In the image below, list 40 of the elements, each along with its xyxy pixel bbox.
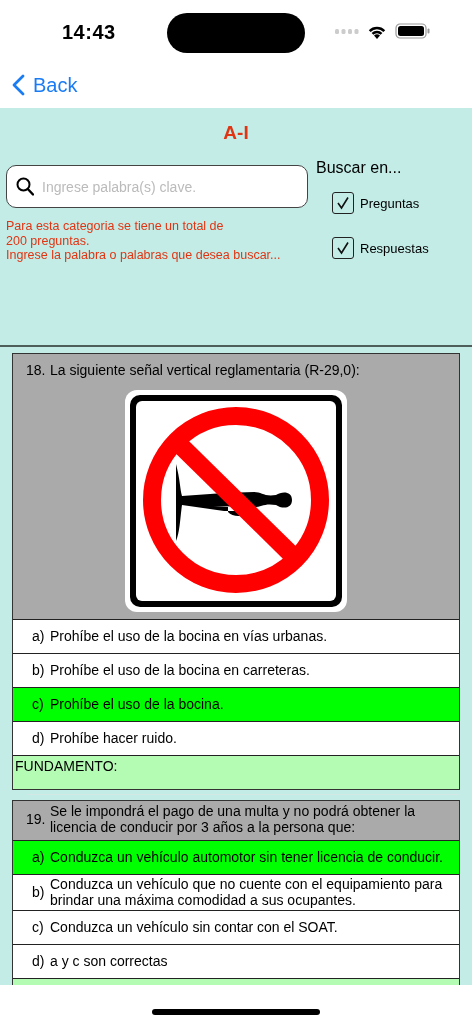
battery-icon bbox=[395, 23, 430, 39]
answer-text: Conduzca un vehículo sin contar con el SOAT. bbox=[50, 919, 338, 936]
answer-letter: a) bbox=[32, 849, 46, 866]
answer-letter: d) bbox=[32, 730, 46, 747]
category-title: A-I bbox=[222, 122, 250, 144]
cellular-signal-icon bbox=[335, 28, 359, 34]
status-time: 14:43 bbox=[62, 20, 116, 44]
explanation-label: FUNDAMENTO: bbox=[13, 755, 459, 789]
checkbox[interactable] bbox=[332, 192, 354, 214]
answer-letter: c) bbox=[32, 696, 45, 713]
chevron-icon bbox=[12, 74, 25, 96]
search-icon bbox=[16, 177, 34, 196]
question-number: 19. bbox=[26, 811, 47, 828]
answer-text: Prohíbe el uso de la bocina en carreteras. bbox=[50, 662, 310, 679]
answer-text: Prohíbe el uso de la bocina en vías urbanas. bbox=[50, 628, 328, 645]
back-button[interactable]: Back bbox=[12, 73, 78, 97]
question-text: Se le impondrá el pago de una multa y no podrá obtener la licencia de conducir por 3 años a la persona que: bbox=[50, 804, 417, 835]
answer-option[interactable]: a) Conduzca un vehículo automotor sin tener licencia de conducir. bbox=[13, 840, 459, 874]
checkmark-icon bbox=[336, 196, 350, 210]
answer-text: a y c son correctas bbox=[50, 953, 168, 970]
answer-option[interactable]: b) Conduzca un vehículo que no cuente con el equipamiento para brindar una máxima comodidad a sus ocupantes. bbox=[13, 874, 459, 910]
answer-text: Conduzca un vehículo que no cuente con el equipamiento para brindar una máxima comodidad a sus ocupantes. bbox=[50, 877, 444, 908]
search-in-label: Buscar en... bbox=[316, 159, 403, 177]
answer-letter: b) bbox=[32, 662, 46, 679]
answer-letter: d) bbox=[32, 953, 46, 970]
checkbox-label: Preguntas bbox=[360, 195, 420, 211]
answer-letter: a) bbox=[32, 628, 46, 645]
answer-letter: b) bbox=[32, 884, 46, 901]
answer-text: Prohíbe el uso de la bocina. bbox=[50, 696, 224, 713]
answer-text: Conduzca un vehículo automotor sin tener licencia de conducir. bbox=[50, 849, 443, 866]
info-text: Para esta categoria se tiene un total de 200 preguntas. Ingrese la palabra o palabras que desea buscar... bbox=[6, 219, 282, 263]
checkmark-icon bbox=[336, 241, 350, 255]
question-number: 18. bbox=[26, 362, 47, 378]
answer-text: Prohíbe hacer ruido. bbox=[50, 730, 177, 747]
answer-option[interactable]: c) Prohíbe el uso de la bocina. bbox=[13, 687, 459, 721]
checkbox-label: Respuestas bbox=[360, 240, 429, 256]
question-text: La siguiente señal vertical reglamentaria (R-29,0): bbox=[50, 362, 361, 378]
answer-letter: c) bbox=[32, 919, 45, 936]
checkbox[interactable] bbox=[332, 237, 354, 259]
search-field[interactable]: Ingrese palabra(s) clave. bbox=[6, 165, 308, 208]
